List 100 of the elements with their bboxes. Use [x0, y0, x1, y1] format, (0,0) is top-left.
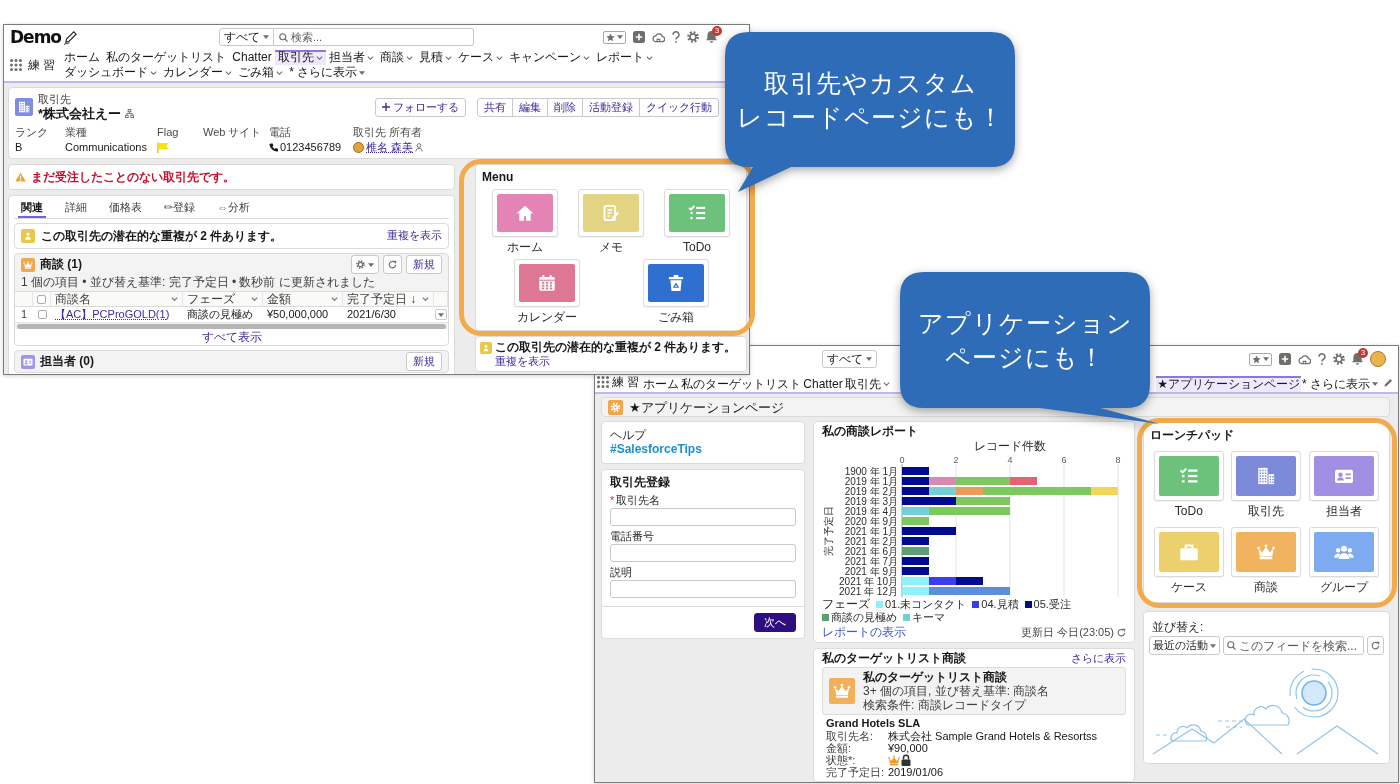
action-button[interactable]: 共有 — [477, 97, 513, 117]
chevron-icon[interactable] — [882, 382, 890, 386]
nav-tab[interactable]: 私のターゲットリスト — [103, 50, 230, 65]
settings-icon[interactable] — [1333, 353, 1345, 365]
tab[interactable]: 価格表 — [106, 199, 145, 218]
nav-tab[interactable]: ★アプリケーションページ — [1156, 376, 1301, 392]
nav-tab[interactable]: * さらに表示 — [286, 65, 369, 80]
tile-label[interactable]: 取引先 — [1248, 504, 1285, 518]
phone-number[interactable]: 0123456789 — [280, 140, 342, 154]
settings-menu-button[interactable] — [351, 255, 379, 274]
nav-tab[interactable]: 担当者 — [325, 50, 377, 65]
tile-label[interactable]: グループ — [1320, 580, 1369, 594]
tile-label[interactable]: ホーム — [507, 240, 543, 254]
chevron-icon[interactable] — [331, 297, 338, 301]
tile-label[interactable]: ToDo — [683, 240, 711, 254]
new-button[interactable]: 新規 — [406, 255, 442, 274]
cloud-icon[interactable] — [1298, 353, 1311, 365]
action-button[interactable]: 編集 — [512, 97, 548, 117]
hierarchy-icon[interactable] — [125, 109, 135, 118]
search-scope-dropdown[interactable]: すべて — [219, 28, 274, 46]
action-button[interactable]: クイック行動 — [639, 97, 719, 117]
chevron-icon[interactable] — [150, 70, 158, 75]
tile-label[interactable]: カレンダー — [516, 310, 577, 324]
chevron-icon[interactable] — [225, 70, 233, 75]
related-list-title[interactable]: 担当者 (0) — [40, 354, 94, 369]
chevron-icon[interactable] — [366, 55, 374, 60]
input-field[interactable] — [610, 508, 796, 526]
record-link[interactable]: 【AC】PCProGOLD(1) — [55, 307, 170, 322]
tile-label[interactable]: メモ — [599, 240, 623, 254]
pencil-icon[interactable] — [1384, 377, 1393, 387]
scrollbar[interactable] — [17, 324, 446, 329]
nav-tab[interactable]: レポート — [592, 50, 656, 65]
search-scope-dropdown[interactable]: すべて — [822, 350, 877, 368]
cloud-icon[interactable] — [652, 31, 665, 43]
favorites-button[interactable] — [603, 30, 626, 44]
nav-tab[interactable]: 私のターゲットリスト — [680, 376, 803, 392]
view-duplicates-link[interactable]: 重複を表示 — [387, 229, 442, 243]
column-header[interactable]: 金額 — [263, 291, 343, 307]
chevron-icon[interactable] — [171, 297, 178, 301]
dot-grid-icon[interactable] — [597, 376, 609, 388]
next-button[interactable]: 次へ — [754, 613, 796, 632]
more-link[interactable]: さらに表示 — [1071, 652, 1126, 666]
nav-tab[interactable]: ホーム — [61, 50, 104, 65]
avatar[interactable] — [1370, 351, 1386, 367]
nav-tab[interactable]: ケース — [454, 50, 506, 65]
chevron-icon[interactable] — [444, 55, 452, 60]
input-field[interactable] — [610, 544, 796, 562]
settings-icon[interactable] — [687, 31, 699, 43]
action-button[interactable]: 活動登録 — [582, 97, 640, 117]
nav-tab[interactable]: 取引先 — [274, 50, 326, 65]
chevron-icon[interactable] — [276, 70, 284, 75]
refresh-button[interactable] — [1367, 636, 1384, 655]
owner-link[interactable]: 椎名 森美 — [366, 140, 414, 154]
chevron-icon[interactable] — [315, 55, 323, 60]
list-title[interactable]: 私のターゲットリスト商談 — [863, 670, 1050, 685]
favorites-button[interactable] — [1249, 352, 1272, 366]
nav-tab[interactable]: カレンダー — [160, 65, 236, 80]
hashtag-link[interactable]: #SalesforceTips — [610, 442, 702, 456]
plus-icon[interactable] — [1279, 353, 1291, 365]
nav-tab[interactable]: キャンペーン — [505, 50, 593, 65]
nav-tab[interactable]: ダッシュボード — [61, 65, 161, 80]
tile-label[interactable]: ToDo — [1174, 504, 1203, 518]
tab[interactable]: 詳細 — [62, 199, 90, 218]
related-list-title[interactable]: 商談 (1) — [40, 257, 82, 272]
chevron-icon[interactable] — [405, 55, 413, 60]
input-field[interactable] — [610, 580, 796, 598]
person-icon[interactable] — [415, 142, 424, 152]
tile-label[interactable]: ごみ箱 — [657, 310, 694, 324]
tile-label[interactable]: 担当者 — [1326, 504, 1363, 518]
chevron-icon[interactable] — [645, 55, 653, 60]
checkbox[interactable] — [37, 310, 47, 319]
nav-tab[interactable]: * さらに表示 — [1301, 376, 1379, 392]
report-link[interactable]: レポートの表示 — [822, 626, 906, 639]
view-duplicates-link[interactable]: 重複を表示 — [480, 355, 742, 368]
record-title[interactable]: Grand Hotels SLA — [822, 717, 1126, 731]
chevron-icon[interactable] — [422, 297, 429, 301]
follow-button[interactable]: フォローする — [375, 97, 466, 117]
tile-label[interactable]: 商談 — [1254, 580, 1279, 594]
new-button[interactable]: 新規 — [406, 352, 442, 371]
column-header[interactable]: 完了予定日 ↓ — [343, 291, 434, 307]
chevron-icon[interactable] — [251, 297, 258, 301]
nav-tab[interactable]: 見積 — [415, 50, 455, 65]
tab[interactable]: 関連 — [18, 199, 46, 218]
tile-label[interactable]: ケース — [1170, 580, 1207, 594]
dot-grid-icon[interactable] — [10, 59, 22, 71]
nav-tab[interactable]: Chatter — [229, 50, 275, 65]
column-header[interactable]: 商談名 — [51, 291, 183, 307]
help-icon[interactable] — [1318, 353, 1326, 365]
view-all-link[interactable]: すべて表示 — [201, 329, 262, 345]
nav-tab[interactable]: Chatter — [802, 376, 844, 392]
feed-search-field[interactable]: このフィードを検索... — [1223, 636, 1364, 655]
column-header[interactable]: フェーズ — [183, 291, 263, 307]
plus-icon[interactable] — [633, 31, 645, 43]
help-icon[interactable] — [672, 31, 680, 43]
sort-select[interactable]: 最近の活動 — [1149, 636, 1220, 655]
nav-tab[interactable]: 商談 — [376, 50, 416, 65]
search-field[interactable]: 検索... — [274, 28, 474, 46]
nav-tab[interactable]: ホーム — [642, 376, 681, 392]
nav-tab[interactable]: 取引先 — [843, 376, 891, 392]
checkbox[interactable] — [37, 294, 46, 304]
